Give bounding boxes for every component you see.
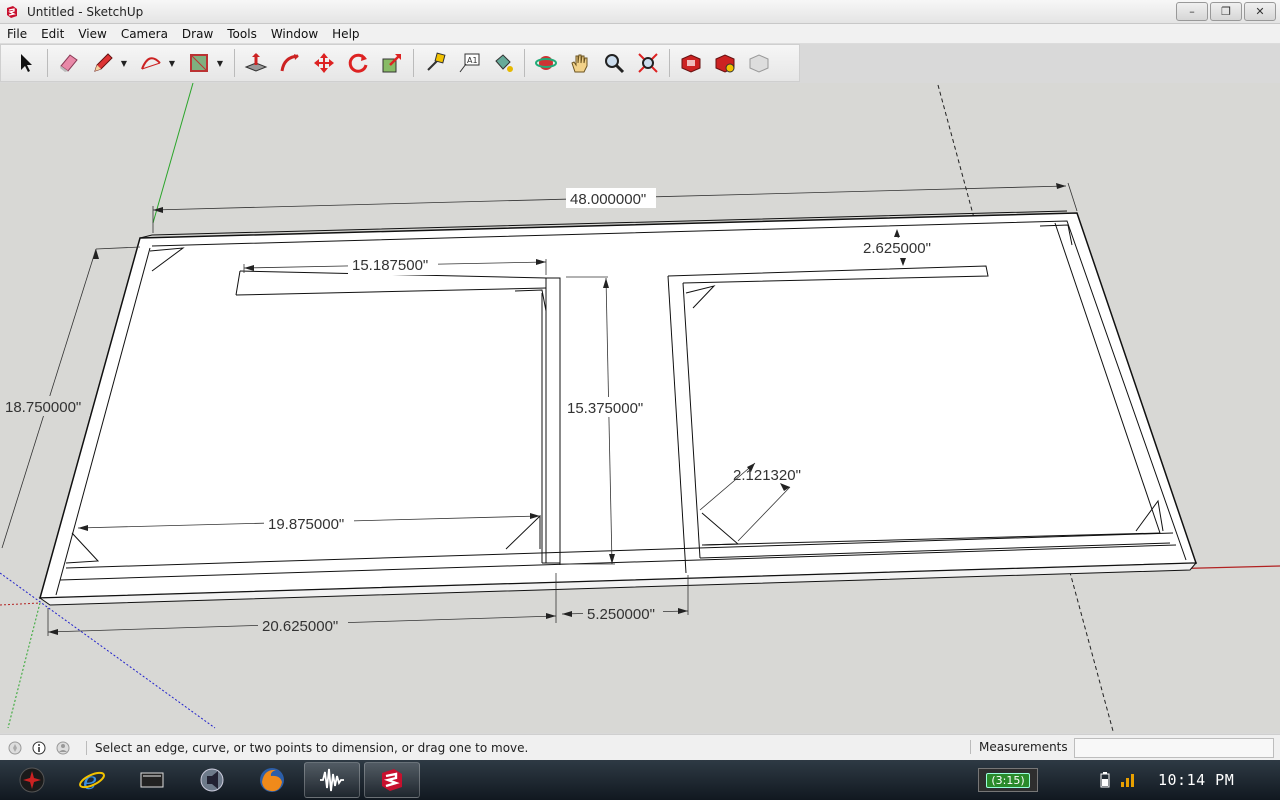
dim-right-inset[interactable]: 2.625000" (863, 240, 931, 257)
dim-inner-span[interactable]: 19.875000" (268, 516, 344, 533)
credits-info-icon[interactable] (30, 739, 48, 757)
dim-divider-height[interactable]: 15.375000" (567, 400, 643, 417)
sketchup-window: Untitled - SketchUp – ❐ ✕ File Edit View… (0, 0, 1280, 800)
dim-diagonal-brace[interactable]: 2.121320" (733, 467, 801, 484)
battery-tray-icon[interactable] (1098, 772, 1114, 788)
arc-tool-dropdown-icon[interactable]: ▼ (166, 48, 178, 78)
window-switcher-icon[interactable] (124, 762, 180, 798)
audio-editor-icon[interactable] (304, 762, 360, 798)
window-title: Untitled - SketchUp (27, 4, 144, 19)
measurements-input[interactable] (1074, 738, 1274, 758)
zoom-extents-tool-icon[interactable] (633, 48, 663, 78)
model-viewport[interactable]: 48.000000" 18.750000" 15.187500" 2.62500… (0, 83, 1280, 733)
follow-me-tool-icon[interactable] (275, 48, 305, 78)
menu-camera[interactable]: Camera (114, 24, 175, 44)
menu-bar: File Edit View Camera Draw Tools Window … (0, 24, 1280, 44)
measurements-label: Measurements (970, 740, 1068, 754)
svg-text:e: e (83, 767, 97, 794)
taskbar-clock[interactable]: 10:14 PM (1158, 771, 1234, 789)
menu-draw[interactable]: Draw (175, 24, 220, 44)
internet-explorer-icon[interactable]: e (64, 762, 120, 798)
user-account-icon[interactable] (54, 739, 72, 757)
zoom-tool-icon[interactable] (599, 48, 629, 78)
shape-tool-dropdown-icon[interactable]: ▼ (214, 48, 226, 78)
svg-text:A1: A1 (467, 56, 478, 65)
pencil-line-tool-icon[interactable] (88, 48, 118, 78)
status-hint-text: Select an edge, curve, or two points to … (86, 740, 528, 755)
model-drawing: 48.000000" 18.750000" 15.187500" 2.62500… (0, 83, 1280, 732)
network-tray-icon[interactable] (1120, 772, 1136, 788)
menu-window[interactable]: Window (264, 24, 325, 44)
red-axis-dotted (0, 602, 41, 606)
rotate-tool-icon[interactable] (343, 48, 373, 78)
paint-bucket-tool-icon[interactable] (488, 48, 518, 78)
sketchup-logo-icon (5, 5, 19, 19)
minimize-button[interactable]: – (1176, 2, 1208, 21)
green-axis-dotted (7, 602, 41, 729)
dim-center-gap[interactable]: 5.250000" (587, 606, 655, 623)
menu-file[interactable]: File (0, 24, 34, 44)
toolbar-separator (47, 49, 48, 77)
toolbar-separator (669, 49, 670, 77)
dim-top-rail[interactable]: 15.187500" (352, 257, 428, 274)
pan-tool-icon[interactable] (565, 48, 595, 78)
dim-depth[interactable]: 18.750000" (5, 399, 81, 416)
green-axis-line (152, 83, 194, 224)
title-bar: Untitled - SketchUp – ❐ ✕ (0, 0, 1280, 24)
status-bar: Select an edge, curve, or two points to … (0, 734, 1280, 760)
geolocation-icon[interactable] (6, 739, 24, 757)
dim-left-bay[interactable]: 20.625000" (262, 618, 338, 635)
eraser-tool-icon[interactable] (54, 48, 84, 78)
scale-tool-icon[interactable] (377, 48, 407, 78)
start-orb-icon[interactable] (4, 762, 60, 798)
media-player-icon[interactable] (184, 762, 240, 798)
window-controls: – ❐ ✕ (1176, 2, 1276, 21)
firefox-icon[interactable] (244, 762, 300, 798)
push-pull-tool-icon[interactable] (241, 48, 271, 78)
restore-button[interactable]: ❐ (1210, 2, 1242, 21)
share-model-icon[interactable] (710, 48, 740, 78)
menu-edit[interactable]: Edit (34, 24, 71, 44)
toolbar-separator (524, 49, 525, 77)
tape-measure-tool-icon[interactable] (420, 48, 450, 78)
menu-tools[interactable]: Tools (220, 24, 264, 44)
battery-gadget[interactable]: (3:15) (978, 768, 1038, 792)
move-tool-icon[interactable] (309, 48, 339, 78)
menu-help[interactable]: Help (325, 24, 366, 44)
dim-overall-length[interactable]: 48.000000" (570, 191, 646, 208)
windows-taskbar: e (3:15) 10:14 PM (0, 760, 1280, 800)
close-button[interactable]: ✕ (1244, 2, 1276, 21)
text-tool-icon[interactable]: A1 (454, 48, 484, 78)
3d-warehouse-icon[interactable] (676, 48, 706, 78)
rectangle-tool-icon[interactable] (184, 48, 214, 78)
sketchup-icon[interactable] (364, 762, 420, 798)
arc-tool-icon[interactable] (136, 48, 166, 78)
toolbar-separator (234, 49, 235, 77)
main-toolbar: ▼ ▼ ▼ A1 (0, 44, 800, 82)
orbit-tool-icon[interactable] (531, 48, 561, 78)
select-tool-icon[interactable] (11, 48, 41, 78)
battery-time: (3:15) (986, 772, 1030, 788)
extension-warehouse-icon[interactable] (744, 48, 774, 78)
menu-view[interactable]: View (71, 24, 113, 44)
line-tool-dropdown-icon[interactable]: ▼ (118, 48, 130, 78)
toolbar-separator (413, 49, 414, 77)
